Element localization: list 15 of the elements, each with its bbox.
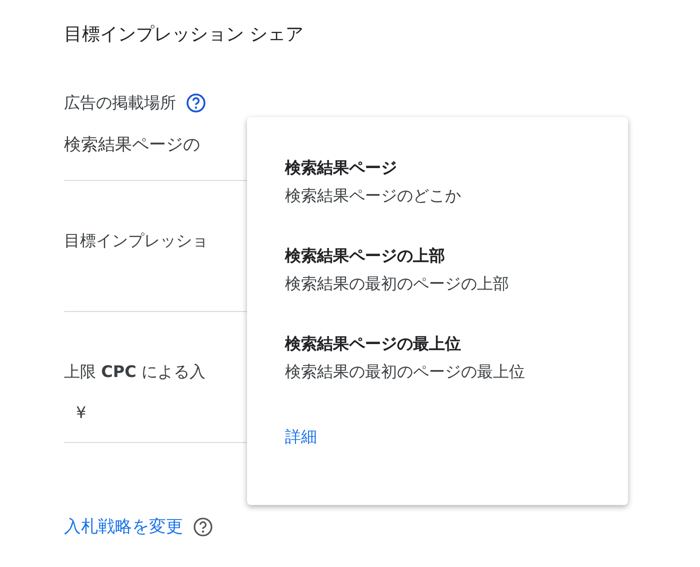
option-title[interactable]: 検索結果ページ [285, 157, 590, 179]
option-description: 検索結果の最初のページの上部 [285, 273, 510, 295]
help-icon[interactable] [193, 516, 213, 536]
input-field[interactable]: ¥ [76, 403, 86, 422]
help-icon[interactable] [186, 93, 206, 113]
details-link[interactable]: 詳細 [285, 427, 317, 448]
field-label: 上限 CPC による入 [64, 362, 206, 383]
change-bid-strategy-link[interactable]: 入札戦略を変更 [64, 515, 183, 538]
option-title[interactable]: 検索結果ページの上部 [285, 245, 590, 267]
field-label: 目標インプレッショ [64, 231, 208, 252]
field-label: 広告の掲載場所 [64, 92, 176, 114]
option-description: 検索結果の最初のページの最上位 [285, 361, 526, 383]
option-description: 検索結果ページのどこか [285, 185, 462, 207]
option-title[interactable]: 検索結果ページの最上位 [285, 333, 590, 355]
section-title: 目標インプレッション シェア [64, 23, 305, 47]
